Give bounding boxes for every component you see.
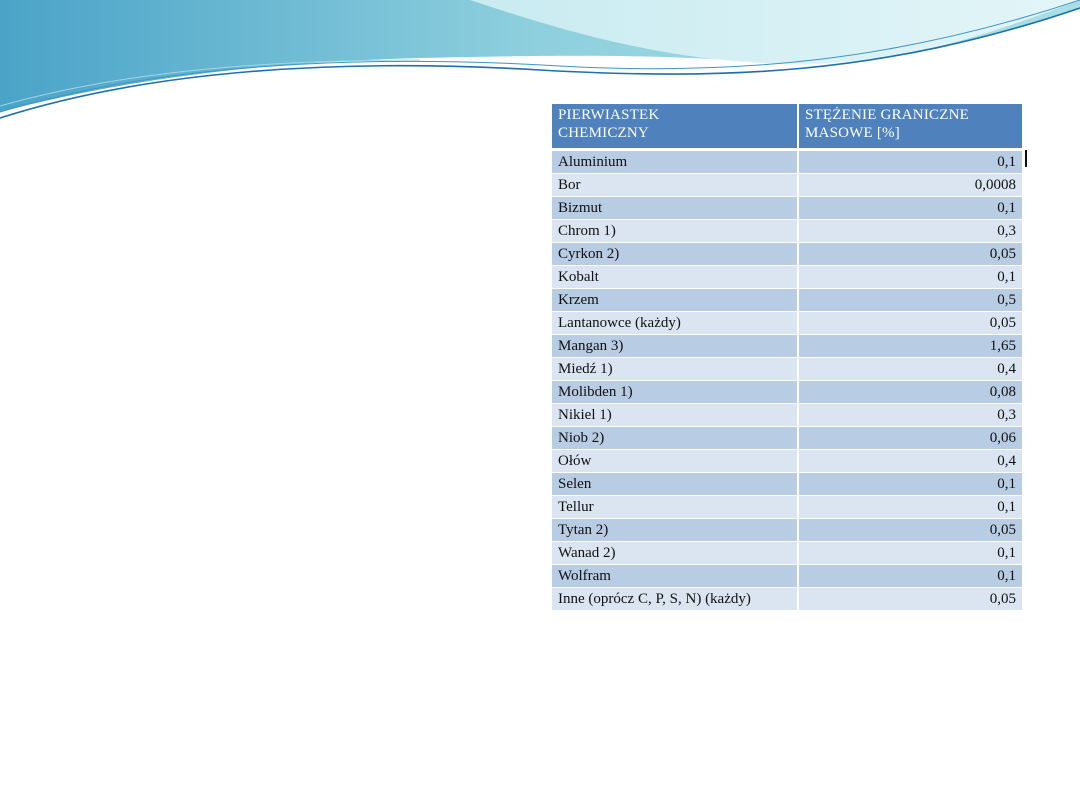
table-row: Bor 0,0008: [552, 173, 1022, 197]
concentration-value-cell: 0,05: [798, 311, 1022, 335]
concentration-value-cell: 0,4: [798, 357, 1022, 381]
element-name-cell: Tytan 2): [552, 518, 799, 542]
table-row: Tellur 0,1: [552, 495, 1022, 519]
concentration-value-cell: 0,3: [798, 403, 1022, 427]
concentration-value-cell: 0,1: [798, 472, 1022, 496]
table-row: Lantanowce (każdy) 0,05: [552, 311, 1022, 335]
element-name-cell: Bizmut: [552, 196, 799, 220]
concentration-value-cell: 0,0008: [798, 173, 1022, 197]
element-name-cell: Cyrkon 2): [552, 242, 799, 266]
concentration-value-cell: 0,1: [798, 564, 1022, 588]
table-row: Miedź 1) 0,4: [552, 357, 1022, 381]
element-name-cell: Chrom 1): [552, 219, 799, 243]
element-name-cell: Niob 2): [552, 426, 799, 450]
element-name-cell: Tellur: [552, 495, 799, 519]
table-row: Krzem 0,5: [552, 288, 1022, 312]
element-name-cell: Inne (oprócz C, P, S, N) (każdy): [552, 587, 799, 611]
element-name-cell: Molibden 1): [552, 380, 799, 404]
table-row: Wanad 2) 0,1: [552, 541, 1022, 565]
concentration-table-container: PIERWIASTEK CHEMICZNY STĘŻENIE GRANICZNE M…: [552, 104, 1022, 611]
element-name-cell: Lantanowce (każdy): [552, 311, 799, 335]
table-row: Tytan 2) 0,05: [552, 518, 1022, 542]
table-row: Aluminium 0,1: [552, 149, 1022, 174]
table-row: Cyrkon 2) 0,05: [552, 242, 1022, 266]
element-name-cell: Kobalt: [552, 265, 799, 289]
element-name-cell: Wolfram: [552, 564, 799, 588]
element-name-cell: Ołów: [552, 449, 799, 473]
table-row: Selen 0,1: [552, 472, 1022, 496]
concentration-value-cell: 0,5: [798, 288, 1022, 312]
header-element: PIERWIASTEK CHEMICZNY: [552, 104, 799, 151]
table-row: Chrom 1) 0,3: [552, 219, 1022, 243]
element-name-cell: Aluminium: [552, 149, 799, 174]
concentration-value-cell: 0,1: [798, 541, 1022, 565]
element-name-cell: Bor: [552, 173, 799, 197]
concentration-value-cell: 0,06: [798, 426, 1022, 450]
element-name-cell: Nikiel 1): [552, 403, 799, 427]
element-name-cell: Mangan 3): [552, 334, 799, 358]
table-row: Kobalt 0,1: [552, 265, 1022, 289]
concentration-value-cell: 0,05: [798, 518, 1022, 542]
concentration-value-cell: 0,4: [798, 449, 1022, 473]
concentration-value-cell: 0,08: [798, 380, 1022, 404]
table-row: Inne (oprócz C, P, S, N) (każdy) 0,05: [552, 587, 1022, 611]
table-body: Aluminium 0,1 Bor 0,0008 Bizmut 0,1 Chrom 1) 0,…: [552, 149, 1022, 611]
concentration-value-cell: 0,1: [798, 265, 1022, 289]
table-header-row: PIERWIASTEK CHEMICZNY STĘŻENIE GRANICZNE M…: [552, 104, 1022, 151]
element-name-cell: Selen: [552, 472, 799, 496]
concentration-value-cell: 1,65: [798, 334, 1022, 358]
element-name-cell: Krzem: [552, 288, 799, 312]
concentration-value-cell: 0,1: [798, 196, 1022, 220]
element-name-cell: Miedź 1): [552, 357, 799, 381]
table-row: Mangan 3) 1,65: [552, 334, 1022, 358]
header-concentration: STĘŻENIE GRANICZNE MASOWE [%]: [798, 104, 1022, 151]
table-row: Niob 2) 0,06: [552, 426, 1022, 450]
table-row: Bizmut 0,1: [552, 196, 1022, 220]
element-name-cell: Wanad 2): [552, 541, 799, 565]
concentration-value-cell: 0,05: [798, 587, 1022, 611]
table-row: Wolfram 0,1: [552, 564, 1022, 588]
table-row: Nikiel 1) 0,3: [552, 403, 1022, 427]
concentration-value-cell: 0,05: [798, 242, 1022, 266]
element-concentration-table: PIERWIASTEK CHEMICZNY STĘŻENIE GRANICZNE M…: [552, 104, 1022, 611]
concentration-value-cell: 0,3: [798, 219, 1022, 243]
concentration-value-cell: 0,1: [798, 149, 1022, 174]
table-row: Molibden 1) 0,08: [552, 380, 1022, 404]
concentration-value-cell: 0,1: [798, 495, 1022, 519]
text-cursor: [1025, 150, 1027, 167]
table-row: Ołów 0,4: [552, 449, 1022, 473]
